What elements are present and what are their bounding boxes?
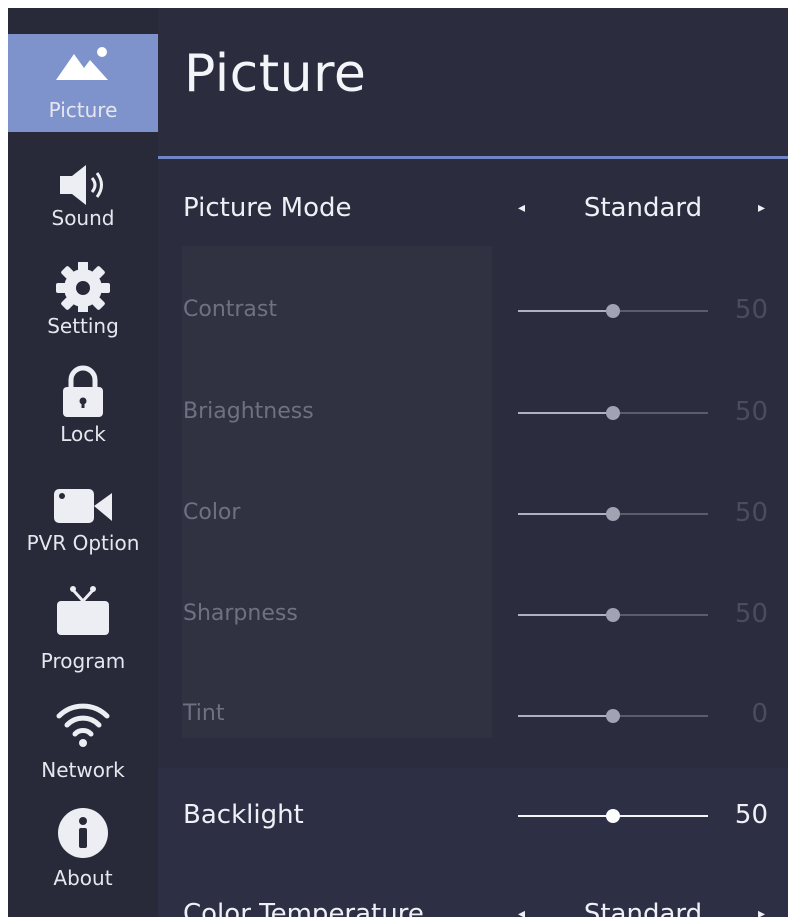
sidebar-item-program[interactable]: Program <box>8 581 158 679</box>
picture-mode-label: Picture Mode <box>183 193 352 223</box>
slider-knob <box>606 709 620 723</box>
brightness-label: Briaghtness <box>183 399 314 424</box>
sidebar-item-picture[interactable]: Picture <box>8 34 158 132</box>
color-slider <box>518 507 708 521</box>
contrast-slider <box>518 304 708 318</box>
sidebar-item-about[interactable]: About <box>8 802 158 900</box>
picture-mode-value: Standard <box>583 193 703 223</box>
color-value: 50 <box>734 498 768 528</box>
sidebar-item-label: Sound <box>51 206 115 230</box>
sharpness-row: Sharpness 50 <box>158 598 788 630</box>
color-row: Color 50 <box>158 497 788 529</box>
speaker-icon <box>52 162 114 212</box>
contrast-label: Contrast <box>183 297 278 322</box>
slider-knob <box>606 507 620 521</box>
backlight-row[interactable]: Backlight 50 <box>158 799 788 831</box>
sidebar: Picture Sound Setting Lock PVR Option Pr… <box>8 8 158 917</box>
sidebar-item-label: Program <box>40 649 126 673</box>
slider-knob <box>606 608 620 622</box>
right-arrow-icon[interactable]: ▸ <box>758 192 765 224</box>
color-label: Color <box>183 500 241 525</box>
picture-mode-row[interactable]: Picture Mode ◂ Standard ▸ <box>158 192 788 224</box>
picture-icon <box>52 46 114 96</box>
contrast-row: Contrast 50 <box>158 294 788 326</box>
tv-icon <box>52 583 114 635</box>
tint-value: 0 <box>751 699 768 729</box>
slider-fill <box>518 715 613 717</box>
tint-label: Tint <box>183 701 225 726</box>
sidebar-item-setting[interactable]: Setting <box>8 256 158 354</box>
sharpness-label: Sharpness <box>183 601 298 626</box>
tv-settings-screen: Picture Sound Setting Lock PVR Option Pr… <box>8 8 788 917</box>
color-temperature-value: Standard <box>583 899 703 917</box>
sharpness-value: 50 <box>734 599 768 629</box>
color-temperature-label: Color Temperature <box>183 899 424 917</box>
backlight-label: Backlight <box>183 800 304 830</box>
sidebar-item-label: Picture <box>48 98 118 122</box>
sidebar-item-label: Lock <box>60 422 106 446</box>
sidebar-item-pvr-option[interactable]: PVR Option <box>8 473 158 571</box>
wifi-icon <box>52 696 114 747</box>
sidebar-item-label: About <box>53 866 113 890</box>
title-divider <box>158 156 788 159</box>
left-arrow-icon[interactable]: ◂ <box>518 192 525 224</box>
backlight-value: 50 <box>734 800 768 830</box>
brightness-value: 50 <box>734 397 768 427</box>
brightness-row: Briaghtness 50 <box>158 396 788 428</box>
video-camera-icon <box>52 485 114 535</box>
sidebar-item-label: PVR Option <box>26 531 140 555</box>
brightness-slider <box>518 406 708 420</box>
slider-fill <box>518 513 613 515</box>
gear-icon <box>52 261 114 315</box>
color-temperature-row[interactable]: Color Temperature ◂ Standard ▸ <box>158 898 788 917</box>
info-icon <box>52 806 114 858</box>
backlight-slider[interactable] <box>518 809 708 823</box>
sidebar-item-lock[interactable]: Lock <box>8 364 158 462</box>
slider-knob <box>606 304 620 318</box>
slider-knob <box>606 406 620 420</box>
left-arrow-icon[interactable]: ◂ <box>518 898 525 917</box>
right-arrow-icon[interactable]: ▸ <box>758 898 765 917</box>
focus-band <box>158 768 788 917</box>
slider-fill <box>518 815 613 817</box>
tint-row: Tint 0 <box>158 698 788 730</box>
sharpness-slider <box>518 608 708 622</box>
slider-knob[interactable] <box>606 809 620 823</box>
sidebar-item-label: Network <box>41 758 125 782</box>
slider-fill <box>518 614 613 616</box>
slider-fill <box>518 412 613 414</box>
contrast-value: 50 <box>734 295 768 325</box>
page-title: Picture <box>184 44 367 104</box>
sidebar-item-network[interactable]: Network <box>8 692 158 790</box>
lock-icon <box>52 364 114 417</box>
slider-fill <box>518 310 613 312</box>
tint-slider <box>518 709 708 723</box>
sidebar-item-label: Setting <box>47 314 119 338</box>
sidebar-item-sound[interactable]: Sound <box>8 148 158 246</box>
